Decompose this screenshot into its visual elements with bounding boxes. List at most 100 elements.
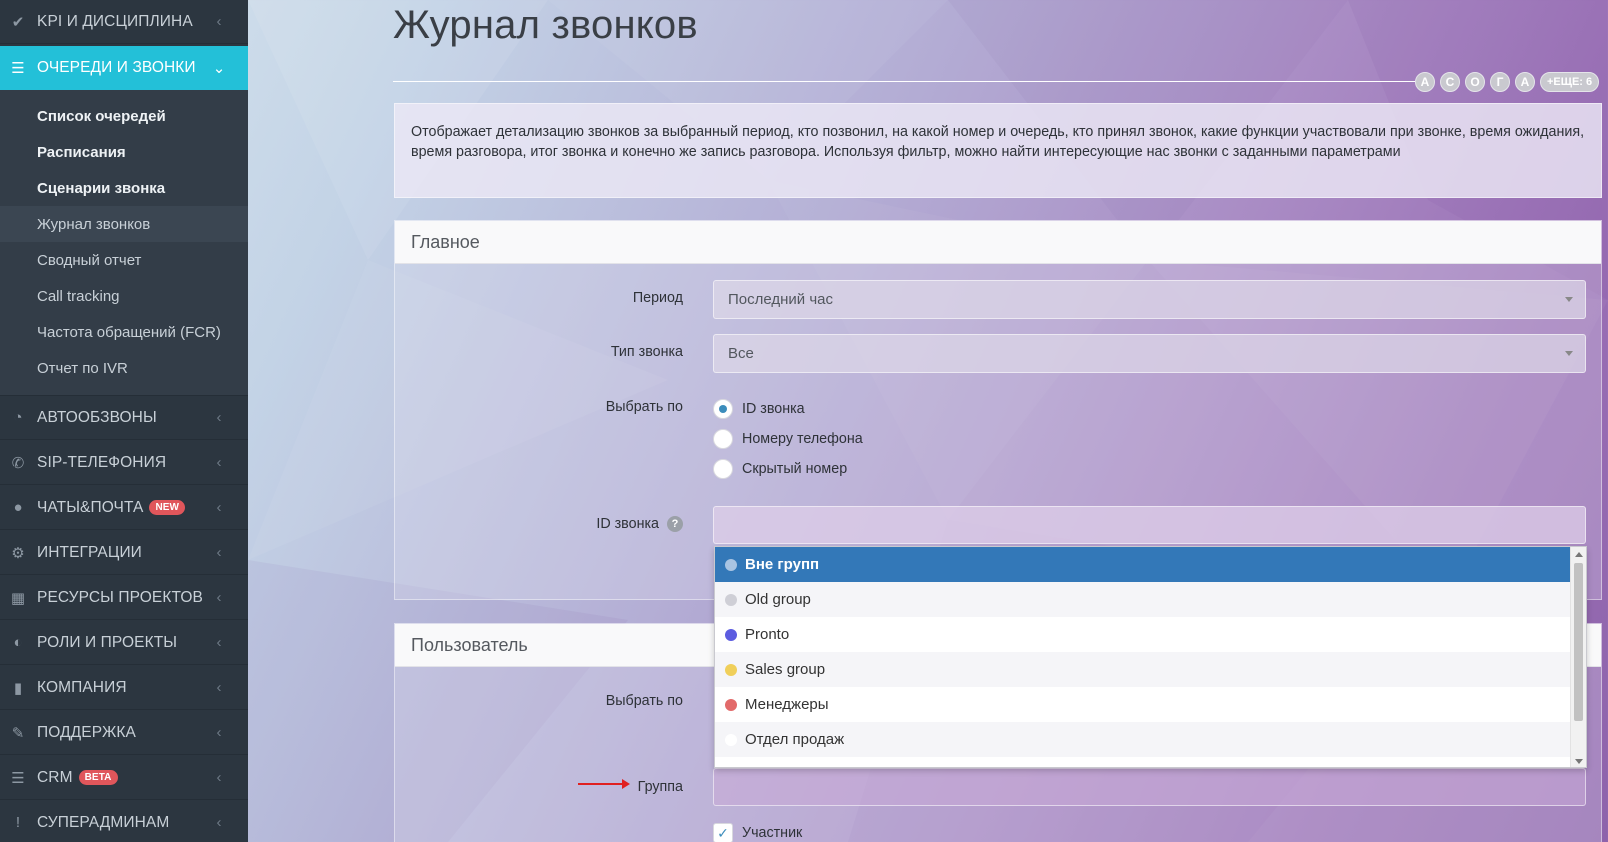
queues-submenu: Список очередей Расписания Сценарии звон… (0, 90, 248, 396)
red-arrow-annotation (578, 779, 630, 789)
chevron-left-icon: ‹ (216, 769, 222, 786)
participant-checkbox-row[interactable]: ✓ Участник (713, 823, 802, 842)
call-id-input[interactable] (713, 506, 1586, 544)
sidebar-item-crm[interactable]: ☰ CRM BETA ‹ (0, 756, 248, 800)
sidebar-item-label: РОЛИ И ПРОЕКТЫ (37, 633, 178, 651)
period-select[interactable]: Последний час (713, 280, 1586, 319)
sidebar-item-label-wrap: ЧАТЫ&ПОЧТА NEW (37, 499, 212, 517)
group-label: Группа (637, 779, 683, 795)
radio-phone-number[interactable]: Номеру телефона (713, 429, 863, 449)
scroll-down-icon[interactable] (1575, 759, 1583, 764)
radio-label: Номеру телефона (742, 431, 863, 447)
help-icon[interactable]: ? (667, 516, 683, 532)
sidebar: ✔ KPI И ДИСЦИПЛИНА ‹ ☰ ОЧЕРЕДИ И ЗВОНКИ … (0, 0, 248, 842)
panel-title: Главное (395, 221, 1601, 264)
radio-hidden-number[interactable]: Скрытый номер (713, 459, 847, 479)
clock-icon: ◔ (13, 409, 23, 426)
sidebar-item-support[interactable]: ✎ ПОДДЕРЖКА ‹ (0, 711, 248, 755)
bar-chart-icon: ▮ (13, 679, 23, 697)
wrench-icon: ✎ (11, 724, 25, 742)
dropdown-option[interactable]: Sales group (715, 652, 1572, 687)
cogs-icon: ⚙ (11, 544, 25, 562)
radio-button[interactable] (713, 429, 733, 449)
dropdown-option[interactable]: Менеджеры (715, 687, 1572, 722)
submenu-item-summary-report[interactable]: Сводный отчет (0, 242, 248, 278)
group-select[interactable] (713, 768, 1586, 806)
scroll-up-icon[interactable] (1575, 552, 1583, 557)
submenu-item-schedules[interactable]: Расписания (0, 134, 248, 170)
call-type-select[interactable]: Все (713, 334, 1586, 373)
chevron-left-icon: ‹ (216, 544, 222, 561)
dropdown-option[interactable]: Old group (715, 582, 1572, 617)
avatar[interactable]: А (1515, 72, 1535, 92)
avatar[interactable]: С (1440, 72, 1460, 92)
sidebar-item-label-wrap: CRM BETA (37, 769, 212, 787)
list-icon: ☰ (11, 60, 25, 77)
sidebar-item-sip[interactable]: ✆ SIP-ТЕЛЕФОНИЯ ‹ (0, 441, 248, 485)
more-users-badge[interactable]: +ЕЩЕ: 6 (1540, 72, 1600, 92)
color-dot (725, 558, 737, 571)
avatar[interactable]: О (1465, 72, 1485, 92)
sidebar-item-label: KPI И ДИСЦИПЛИНА (37, 12, 193, 30)
chevron-left-icon: ‹ (216, 499, 222, 516)
chevron-down-icon: ⌄ (212, 60, 226, 77)
sidebar-item-integrations[interactable]: ⚙ ИНТЕГРАЦИИ ‹ (0, 531, 248, 575)
scrollbar-thumb[interactable] (1574, 563, 1583, 721)
page-description: Отображает детализацию звонков за выбран… (394, 103, 1602, 198)
submenu-item-ivr-report[interactable]: Отчет по IVR (0, 350, 248, 386)
sidebar-item-superadmin[interactable]: ! СУПЕРАДМИНАМ ‹ (0, 801, 248, 842)
sidebar-item-resources[interactable]: ▦ РЕСУРСЫ ПРОЕКТОВ ‹ (0, 576, 248, 620)
avatar[interactable]: А (1415, 72, 1435, 92)
radio-button[interactable] (713, 399, 733, 419)
page-title: Журнал звонков (393, 3, 698, 47)
grid-icon: ▦ (10, 589, 26, 607)
select-by-label: Выбрать по (605, 399, 683, 415)
chevron-left-icon: ‹ (216, 454, 222, 471)
radio-button[interactable] (713, 459, 733, 479)
sidebar-item-kpi[interactable]: ✔ KPI И ДИСЦИПЛИНА ‹ (0, 0, 248, 44)
chevron-left-icon: ‹ (216, 589, 222, 606)
sidebar-item-roles[interactable]: ◐ РОЛИ И ПРОЕКТЫ ‹ (0, 621, 248, 665)
chevron-left-icon: ‹ (216, 13, 222, 30)
user-select-by-label: Выбрать по (605, 693, 683, 709)
dropdown-scrollbar[interactable] (1570, 547, 1586, 767)
period-value: Последний час (728, 291, 834, 308)
dropdown-option[interactable]: Вне групп (715, 547, 1572, 582)
color-dot (725, 628, 737, 641)
submenu-item-fcr[interactable]: Частота обращений (FCR) (0, 314, 248, 350)
submenu-item-call-tracking[interactable]: Call tracking (0, 278, 248, 314)
chevron-left-icon: ‹ (216, 814, 222, 831)
submenu-item-call-scenarios[interactable]: Сценарии звонка (0, 170, 248, 206)
color-dot (725, 593, 737, 606)
avatar[interactable]: Г (1490, 72, 1510, 92)
exclamation-icon: ! (15, 814, 21, 831)
sidebar-item-label: ОЧЕРЕДИ И ЗВОНКИ (37, 59, 196, 76)
sidebar-item-queues[interactable]: ☰ ОЧЕРЕДИ И ЗВОНКИ ⌄ (0, 46, 248, 90)
sidebar-item-label: СУПЕРАДМИНАМ (37, 813, 170, 831)
checkbox-checked[interactable]: ✓ (713, 823, 733, 842)
toggle-icon: ◐ (13, 634, 23, 651)
call-id-label-wrap: ID звонка? (423, 516, 683, 532)
option-label: Pronto (745, 626, 790, 643)
color-dot (725, 733, 737, 746)
sidebar-item-label: КОМПАНИЯ (37, 678, 127, 696)
caret-down-icon (1565, 351, 1573, 356)
submenu-item-call-log[interactable]: Журнал звонков (0, 206, 248, 242)
chevron-left-icon: ‹ (216, 679, 222, 696)
chevron-left-icon: ‹ (216, 634, 222, 651)
submenu-item-queue-list[interactable]: Список очередей (0, 98, 248, 134)
sidebar-item-autodial[interactable]: ◔ АВТООБЗВОНЫ ‹ (0, 396, 248, 440)
color-dot (725, 663, 737, 676)
sidebar-item-chats[interactable]: ● ЧАТЫ&ПОЧТА NEW ‹ (0, 486, 248, 530)
sidebar-item-company[interactable]: ▮ КОМПАНИЯ ‹ (0, 666, 248, 710)
radio-call-id[interactable]: ID звонка (713, 399, 805, 419)
chat-icon: ● (13, 499, 23, 516)
option-label: Отдел продаж (745, 731, 845, 748)
caret-down-icon (1565, 297, 1573, 302)
dropdown-option[interactable]: Pronto (715, 617, 1572, 652)
sidebar-item-label: ИНТЕГРАЦИИ (37, 543, 142, 561)
group-dropdown: Вне групп Old group Pronto Sales group М… (714, 546, 1587, 768)
dropdown-option[interactable]: Отдел продаж (715, 722, 1572, 757)
check-icon: ✔ (11, 13, 25, 31)
beta-badge: BETA (78, 769, 118, 785)
